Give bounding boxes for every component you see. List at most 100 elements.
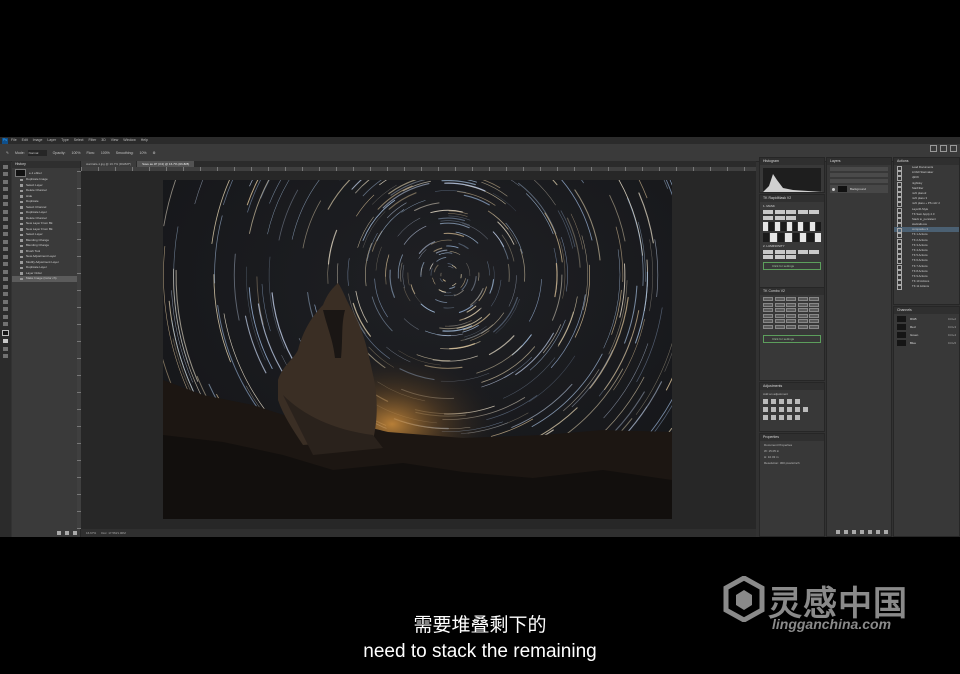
black-white-icon[interactable] [779, 407, 784, 412]
combo-button-12[interactable] [774, 308, 785, 312]
crop-tool-icon[interactable] [3, 194, 8, 199]
eraser-tool-icon[interactable] [3, 247, 8, 251]
menu-view[interactable]: View [111, 137, 119, 144]
channel-row-green[interactable]: Green Ctrl+4 [897, 331, 956, 338]
zone-key-11[interactable] [763, 232, 770, 242]
zone-key-9[interactable] [810, 221, 816, 231]
combo-button-2[interactable] [774, 297, 785, 301]
menu-filter[interactable]: Filter [89, 137, 97, 144]
trash-icon[interactable] [884, 530, 888, 534]
brush-tool-icon[interactable]: ✎ [6, 151, 9, 155]
lasso-tool-icon[interactable] [3, 179, 8, 184]
history-panel-title[interactable]: History [12, 161, 80, 168]
new-layer-icon[interactable] [876, 530, 880, 534]
combo-button-23[interactable] [786, 319, 796, 323]
lum-button-5[interactable] [809, 249, 819, 254]
menu-help[interactable]: Help [141, 137, 148, 144]
healing-tool-icon[interactable] [3, 217, 8, 221]
channel-row-red[interactable]: Red Ctrl+3 [897, 323, 956, 330]
combo-button-14[interactable] [797, 308, 808, 312]
combo-button-21[interactable] [763, 319, 773, 323]
zone-key-4[interactable] [780, 221, 786, 231]
zone-key-13[interactable] [777, 232, 785, 242]
more-tools-icon[interactable] [3, 322, 8, 326]
combo-button-6[interactable] [763, 302, 773, 307]
combo-button-24[interactable] [797, 319, 808, 323]
combo-button-19[interactable] [797, 313, 808, 318]
exposure-icon[interactable] [787, 399, 792, 404]
properties-title[interactable]: Properties [760, 434, 824, 441]
zone-key-12[interactable] [770, 232, 777, 242]
move-tool-icon[interactable] [3, 164, 8, 169]
property-width[interactable]: W: 15.05 in [764, 449, 820, 453]
link-icon[interactable] [836, 530, 840, 534]
zone-key-2[interactable] [768, 221, 774, 231]
marquee-tool-icon[interactable] [3, 172, 8, 176]
gradient-tool-icon[interactable] [3, 254, 8, 259]
trash-icon[interactable] [73, 531, 77, 535]
smoothing-value[interactable]: 10% [140, 151, 147, 155]
blend-mode-row[interactable] [830, 173, 888, 177]
combo-button-30[interactable] [809, 324, 819, 329]
mask-button-2[interactable] [774, 210, 785, 214]
dodge-tool-icon[interactable] [3, 269, 8, 274]
shape-tool-icon[interactable] [3, 299, 8, 304]
mask-button-5[interactable] [809, 210, 819, 214]
lum-button-6[interactable] [763, 255, 773, 259]
workspace-icon[interactable] [940, 145, 947, 152]
channels-title[interactable]: Channels [894, 307, 959, 314]
flow-value[interactable]: 100% [101, 151, 110, 155]
lum-button-8[interactable] [786, 255, 796, 259]
pen-tool-icon[interactable] [3, 277, 8, 281]
foreground-color-swatch[interactable] [2, 329, 9, 336]
mask-button-4[interactable] [797, 210, 808, 214]
actions-title[interactable]: Actions [894, 158, 959, 165]
brightness-icon[interactable] [763, 399, 768, 404]
history-brush-tool-icon[interactable] [3, 239, 8, 244]
menu-select[interactable]: Select [74, 137, 84, 144]
combo-button-15[interactable] [809, 308, 819, 312]
combo-button-22[interactable] [774, 319, 785, 323]
search-icon[interactable] [930, 145, 937, 152]
channel-row-blue[interactable]: Blue Ctrl+5 [897, 339, 956, 346]
lum-button-3[interactable] [786, 249, 796, 254]
zoom-tool-icon[interactable] [3, 314, 8, 319]
layer-background[interactable]: Background [830, 185, 888, 193]
mask-button-3[interactable] [786, 210, 796, 214]
menu-image[interactable]: Image [33, 137, 43, 144]
property-resolution[interactable]: Resolution: 300 pixels/inch [764, 461, 820, 465]
combo-button-26[interactable] [763, 324, 773, 329]
levels-icon[interactable] [771, 399, 776, 404]
zone-key-3[interactable] [774, 221, 780, 231]
history-snapshot[interactable]: e-1 ebbel [12, 168, 80, 177]
opacity-value[interactable]: 100% [72, 151, 81, 155]
quick-mask-icon[interactable] [3, 346, 8, 351]
threshold-icon[interactable] [779, 415, 784, 420]
lum-button-2[interactable] [774, 249, 785, 254]
invert-icon[interactable] [763, 415, 768, 420]
hand-tool-icon[interactable] [3, 307, 8, 311]
combo-button-28[interactable] [786, 324, 796, 329]
combo-button-9[interactable] [797, 302, 808, 307]
share-icon[interactable] [950, 145, 957, 152]
menu-edit[interactable]: Edit [22, 137, 28, 144]
mask-button-1[interactable] [763, 210, 773, 214]
lock-row[interactable] [830, 179, 888, 183]
menu-window[interactable]: Window [123, 137, 135, 144]
stamp-tool-icon[interactable] [3, 232, 8, 236]
type-tool-icon[interactable] [3, 284, 8, 289]
channel-row-rgb[interactable]: RGB Ctrl+2 [897, 315, 956, 322]
menu-file[interactable]: File [11, 137, 17, 144]
photo-filter-icon[interactable] [787, 407, 792, 412]
combo-button-18[interactable] [786, 313, 796, 318]
eye-icon[interactable] [832, 187, 835, 191]
lum-button-7[interactable] [774, 255, 785, 259]
combo-button-25[interactable] [809, 319, 819, 323]
mask-button-6[interactable] [763, 215, 773, 220]
zone-key-8[interactable] [804, 221, 810, 231]
histogram-title[interactable]: Histogram [760, 158, 824, 165]
zone-key-14[interactable] [785, 232, 792, 242]
combo-button-3[interactable] [786, 297, 796, 301]
menu-layer[interactable]: Layer [47, 137, 56, 144]
tk-panel-title[interactable]: TK RapidMask V2 [760, 195, 824, 202]
